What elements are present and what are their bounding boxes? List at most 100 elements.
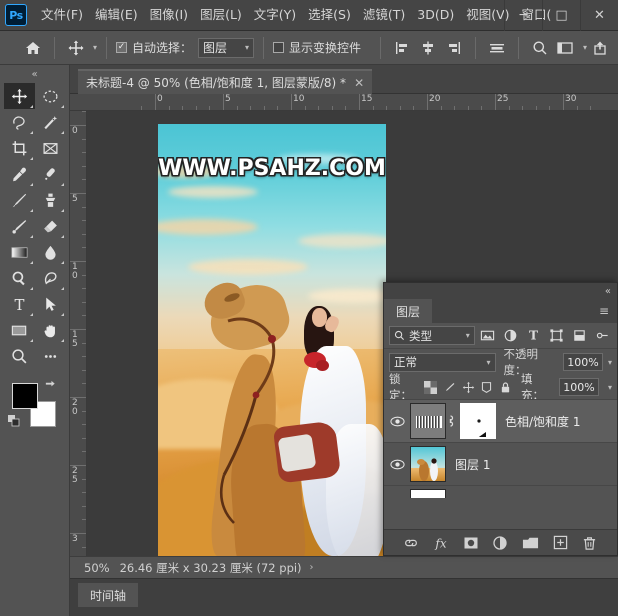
tool-preset-caret[interactable]: ▾ [93, 43, 97, 52]
fill-value[interactable]: 100% [559, 378, 600, 396]
show-transform-checkbox[interactable] [273, 42, 285, 53]
blur-tool[interactable] [35, 239, 66, 265]
layer-thumbnail[interactable] [410, 446, 446, 482]
auto-select-group[interactable]: ✓ 自动选择： 图层 ▾ [113, 31, 257, 65]
rectangle-tool[interactable] [4, 317, 35, 343]
layers-list[interactable]: 色相/饱和度 1 图层 1 [384, 399, 617, 498]
blend-mode-dropdown[interactable]: 正常 ▾ [389, 352, 496, 372]
frame-tool[interactable] [35, 135, 66, 161]
layer-thumbnail[interactable] [410, 403, 446, 439]
workspace-icon[interactable] [553, 36, 577, 60]
align-center-horizontal-icon[interactable] [416, 36, 440, 60]
zoom-level[interactable]: 50% [70, 561, 120, 575]
opacity-slider-caret[interactable]: ▾ [608, 358, 612, 367]
document-tab[interactable]: 未标题-4 @ 50% (色相/饱和度 1, 图层蒙版/8) * ✕ [78, 69, 373, 94]
toolbar-collapse-button[interactable]: « [0, 65, 69, 83]
fill-slider-caret[interactable]: ▾ [608, 383, 612, 392]
brush-tool[interactable] [4, 187, 35, 213]
layer-style-button[interactable]: fx [430, 532, 452, 554]
auto-select-checkbox[interactable]: ✓ [116, 42, 128, 53]
search-icon[interactable] [528, 36, 552, 60]
menu-select[interactable]: 选择(S) [302, 5, 357, 26]
elliptical-marquee-tool[interactable] [35, 83, 66, 109]
smart-object-filter-icon[interactable] [569, 325, 589, 346]
maximize-button[interactable]: □ [542, 0, 580, 31]
lock-transparent-icon[interactable] [423, 379, 438, 396]
layer-thumbnail[interactable] [410, 489, 446, 498]
move-tool[interactable] [4, 83, 35, 109]
gradient-tool[interactable] [4, 239, 35, 265]
lock-image-icon[interactable] [442, 379, 457, 396]
magic-wand-tool[interactable] [35, 109, 66, 135]
healing-brush-tool[interactable] [35, 161, 66, 187]
filter-toggle-icon[interactable] [592, 325, 612, 346]
close-icon[interactable]: ✕ [354, 76, 364, 90]
auto-select-target-dropdown[interactable]: 图层 ▾ [198, 37, 255, 58]
swap-colors-icon[interactable] [44, 379, 57, 392]
menu-edit[interactable]: 编辑(E) [89, 5, 144, 26]
lock-artboard-icon[interactable] [479, 379, 494, 396]
table-row[interactable]: 色相/饱和度 1 [384, 400, 617, 443]
menu-3d[interactable]: 3D(D) [411, 5, 460, 26]
layer-name[interactable]: 色相/饱和度 1 [505, 413, 581, 430]
pixel-filter-icon[interactable] [478, 325, 498, 346]
lock-all-icon[interactable] [498, 379, 513, 396]
tab-layers[interactable]: 图层 [384, 299, 433, 323]
align-right-icon[interactable] [442, 36, 466, 60]
close-button[interactable]: ✕ [580, 0, 618, 31]
status-expand-arrow[interactable]: › [310, 562, 314, 573]
history-brush-tool[interactable] [4, 213, 35, 239]
new-adjustment-button[interactable] [489, 532, 511, 554]
add-mask-button[interactable] [460, 532, 482, 554]
new-layer-button[interactable] [549, 532, 571, 554]
hand-tool[interactable] [35, 317, 66, 343]
share-icon[interactable] [588, 36, 612, 60]
vertical-ruler[interactable]: 0 5 1 0 1 5 2 0 2 5 3 [70, 111, 87, 556]
table-row[interactable]: 图层 1 [384, 443, 617, 486]
zoom-tool[interactable] [4, 343, 35, 369]
type-filter-icon[interactable]: T [523, 325, 543, 346]
foreground-color-swatch[interactable] [12, 383, 38, 409]
layer-mask-link-icon[interactable] [446, 413, 460, 429]
opacity-value[interactable]: 100% [562, 353, 603, 371]
table-row[interactable]: 背景 [384, 486, 617, 498]
more-tools-button[interactable] [35, 343, 66, 369]
default-colors-icon[interactable] [8, 415, 20, 427]
link-layers-button[interactable] [400, 532, 422, 554]
clone-stamp-tool[interactable] [35, 187, 66, 213]
pen-tool[interactable] [35, 265, 66, 291]
adjustment-filter-icon[interactable] [501, 325, 521, 346]
panel-menu-icon[interactable]: ≡ [591, 299, 617, 323]
shape-filter-icon[interactable] [546, 325, 566, 346]
layer-mask-thumbnail[interactable] [460, 403, 496, 439]
filter-type-dropdown[interactable]: 类型 ▾ [389, 326, 475, 345]
new-group-button[interactable] [519, 532, 541, 554]
move-tool-icon[interactable] [64, 36, 88, 60]
align-left-icon[interactable] [390, 36, 414, 60]
layer-name[interactable]: 图层 1 [455, 456, 490, 473]
tab-timeline[interactable]: 时间轴 [78, 583, 139, 607]
crop-tool[interactable] [4, 135, 35, 161]
menu-file[interactable]: 文件(F) [35, 5, 89, 26]
layer-visibility-toggle[interactable] [384, 416, 410, 427]
layers-collapse-button[interactable]: « [384, 283, 617, 299]
delete-layer-button[interactable] [579, 532, 601, 554]
menu-layer[interactable]: 图层(L) [194, 5, 248, 26]
eraser-tool[interactable] [35, 213, 66, 239]
workspace-caret[interactable]: ▾ [583, 43, 587, 52]
eyedropper-tool[interactable] [4, 161, 35, 187]
layer-visibility-toggle[interactable] [384, 459, 410, 470]
path-selection-tool[interactable] [35, 291, 66, 317]
menu-type[interactable]: 文字(Y) [248, 5, 302, 26]
lasso-tool[interactable] [4, 109, 35, 135]
home-icon[interactable] [21, 36, 45, 60]
menu-image[interactable]: 图像(I) [144, 5, 194, 26]
distribute-icon[interactable] [485, 36, 509, 60]
dodge-tool[interactable] [4, 265, 35, 291]
minimize-button[interactable]: ─ [504, 0, 542, 31]
show-transform-group[interactable]: 显示变换控件 [270, 31, 364, 65]
horizontal-ruler[interactable]: 0 5 10 15 20 25 30 [70, 94, 618, 111]
document-canvas[interactable]: WWW.PSAHZ.COM [158, 124, 386, 556]
type-tool[interactable]: T [4, 291, 35, 317]
menu-filter[interactable]: 滤镜(T) [357, 5, 411, 26]
